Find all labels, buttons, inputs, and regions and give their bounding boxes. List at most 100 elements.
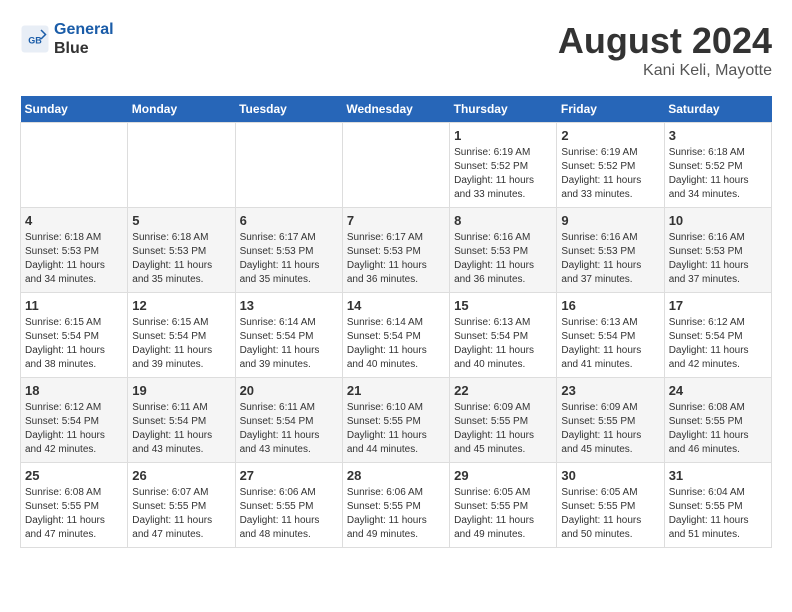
day-info: Sunrise: 6:18 AM Sunset: 5:52 PM Dayligh… [669,146,767,202]
calendar-cell [128,123,235,208]
calendar-cell: 8 Sunrise: 6:16 AM Sunset: 5:53 PM Daylig… [450,208,557,293]
day-number: 11 [25,298,123,313]
subtitle: Kani Keli, Mayotte [558,62,772,80]
day-number: 17 [669,298,767,313]
day-number: 22 [454,383,552,398]
calendar-cell: 31 Sunrise: 6:04 AM Sunset: 5:55 PM Dayli… [664,463,771,548]
day-info: Sunrise: 6:16 AM Sunset: 5:53 PM Dayligh… [561,231,659,287]
day-info: Sunrise: 6:14 AM Sunset: 5:54 PM Dayligh… [347,316,445,372]
calendar-cell [21,123,128,208]
day-number: 14 [347,298,445,313]
calendar-cell: 19 Sunrise: 6:11 AM Sunset: 5:54 PM Dayli… [128,378,235,463]
calendar-cell: 26 Sunrise: 6:07 AM Sunset: 5:55 PM Dayli… [128,463,235,548]
calendar-cell: 30Sunrise: 6:05 AM Sunset: 5:55 PM Dayli… [557,463,664,548]
day-info: Sunrise: 6:16 AM Sunset: 5:53 PM Dayligh… [454,231,552,287]
day-number: 26 [132,468,230,483]
logo-icon: GB [20,24,50,54]
logo: GB General Blue [20,20,114,58]
day-info: Sunrise: 6:12 AM Sunset: 5:54 PM Dayligh… [669,316,767,372]
day-number: 18 [25,383,123,398]
main-title: August 2024 [558,20,772,62]
calendar-table: SundayMondayTuesdayWednesdayThursdayFrid… [20,96,772,548]
day-info: Sunrise: 6:19 AM Sunset: 5:52 PM Dayligh… [561,146,659,202]
day-info: Sunrise: 6:16 AM Sunset: 5:53 PM Dayligh… [669,231,767,287]
day-info: Sunrise: 6:17 AM Sunset: 5:53 PM Dayligh… [240,231,338,287]
day-info: Sunrise: 6:04 AM Sunset: 5:55 PM Dayligh… [669,486,767,542]
weekday-header-saturday: Saturday [664,96,771,123]
day-info: Sunrise: 6:06 AM Sunset: 5:55 PM Dayligh… [240,486,338,542]
calendar-cell: 29 Sunrise: 6:05 AM Sunset: 5:55 PM Dayli… [450,463,557,548]
day-number: 6 [240,213,338,228]
day-number: 21 [347,383,445,398]
calendar-cell: 27 Sunrise: 6:06 AM Sunset: 5:55 PM Dayli… [235,463,342,548]
calendar-cell: 3 Sunrise: 6:18 AM Sunset: 5:52 PM Daylig… [664,123,771,208]
day-number: 27 [240,468,338,483]
day-number: 23 [561,383,659,398]
day-number: 16 [561,298,659,313]
calendar-cell: 18Sunrise: 6:12 AM Sunset: 5:54 PM Dayli… [21,378,128,463]
day-info: Sunrise: 6:17 AM Sunset: 5:53 PM Dayligh… [347,231,445,287]
calendar-cell: 11Sunrise: 6:15 AM Sunset: 5:54 PM Dayli… [21,293,128,378]
calendar-cell: 2 Sunrise: 6:19 AM Sunset: 5:52 PM Daylig… [557,123,664,208]
calendar-cell: 1Sunrise: 6:19 AM Sunset: 5:52 PM Daylig… [450,123,557,208]
day-number: 15 [454,298,552,313]
calendar-cell: 24Sunrise: 6:08 AM Sunset: 5:55 PM Dayli… [664,378,771,463]
calendar-week-2: 11Sunrise: 6:15 AM Sunset: 5:54 PM Dayli… [21,293,772,378]
calendar-cell: 20Sunrise: 6:11 AM Sunset: 5:54 PM Dayli… [235,378,342,463]
logo-text: General Blue [54,20,114,58]
calendar-cell [235,123,342,208]
calendar-cell: 22 Sunrise: 6:09 AM Sunset: 5:55 PM Dayli… [450,378,557,463]
calendar-cell: 6 Sunrise: 6:17 AM Sunset: 5:53 PM Daylig… [235,208,342,293]
day-number: 30 [561,468,659,483]
calendar-cell: 12Sunrise: 6:15 AM Sunset: 5:54 PM Dayli… [128,293,235,378]
calendar-week-3: 18Sunrise: 6:12 AM Sunset: 5:54 PM Dayli… [21,378,772,463]
day-info: Sunrise: 6:10 AM Sunset: 5:55 PM Dayligh… [347,401,445,457]
day-number: 2 [561,128,659,143]
day-info: Sunrise: 6:07 AM Sunset: 5:55 PM Dayligh… [132,486,230,542]
day-number: 19 [132,383,230,398]
day-info: Sunrise: 6:05 AM Sunset: 5:55 PM Dayligh… [454,486,552,542]
calendar-cell: 28Sunrise: 6:06 AM Sunset: 5:55 PM Dayli… [342,463,449,548]
day-info: Sunrise: 6:08 AM Sunset: 5:55 PM Dayligh… [669,401,767,457]
logo-line2: Blue [54,39,114,58]
day-info: Sunrise: 6:09 AM Sunset: 5:55 PM Dayligh… [454,401,552,457]
calendar-cell: 21 Sunrise: 6:10 AM Sunset: 5:55 PM Dayli… [342,378,449,463]
title-block: August 2024 Kani Keli, Mayotte [558,20,772,80]
day-info: Sunrise: 6:19 AM Sunset: 5:52 PM Dayligh… [454,146,552,202]
day-number: 25 [25,468,123,483]
calendar-cell: 23 Sunrise: 6:09 AM Sunset: 5:55 PM Dayli… [557,378,664,463]
calendar-cell: 15Sunrise: 6:13 AM Sunset: 5:54 PM Dayli… [450,293,557,378]
day-number: 29 [454,468,552,483]
svg-text:GB: GB [28,36,42,46]
calendar-cell: 13Sunrise: 6:14 AM Sunset: 5:54 PM Dayli… [235,293,342,378]
weekday-header-row: SundayMondayTuesdayWednesdayThursdayFrid… [21,96,772,123]
day-number: 12 [132,298,230,313]
calendar-cell: 10 Sunrise: 6:16 AM Sunset: 5:53 PM Dayli… [664,208,771,293]
header: GB General Blue August 2024 Kani Keli, M… [20,20,772,80]
logo-line1: General [54,21,114,38]
day-info: Sunrise: 6:14 AM Sunset: 5:54 PM Dayligh… [240,316,338,372]
day-number: 10 [669,213,767,228]
weekday-header-wednesday: Wednesday [342,96,449,123]
day-number: 5 [132,213,230,228]
weekday-header-thursday: Thursday [450,96,557,123]
day-number: 31 [669,468,767,483]
day-number: 9 [561,213,659,228]
calendar-cell: 25Sunrise: 6:08 AM Sunset: 5:55 PM Dayli… [21,463,128,548]
day-info: Sunrise: 6:18 AM Sunset: 5:53 PM Dayligh… [132,231,230,287]
weekday-header-sunday: Sunday [21,96,128,123]
calendar-cell: 5 Sunrise: 6:18 AM Sunset: 5:53 PM Daylig… [128,208,235,293]
weekday-header-friday: Friday [557,96,664,123]
day-number: 8 [454,213,552,228]
weekday-header-tuesday: Tuesday [235,96,342,123]
day-info: Sunrise: 6:11 AM Sunset: 5:54 PM Dayligh… [132,401,230,457]
day-number: 3 [669,128,767,143]
page-container: GB General Blue August 2024 Kani Keli, M… [20,20,772,548]
calendar-week-4: 25Sunrise: 6:08 AM Sunset: 5:55 PM Dayli… [21,463,772,548]
day-info: Sunrise: 6:11 AM Sunset: 5:54 PM Dayligh… [240,401,338,457]
calendar-week-1: 4 Sunrise: 6:18 AM Sunset: 5:53 PM Daylig… [21,208,772,293]
calendar-cell: 4Sunrise: 6:18 AM Sunset: 5:53 PM Daylig… [21,208,128,293]
day-info: Sunrise: 6:09 AM Sunset: 5:55 PM Dayligh… [561,401,659,457]
calendar-cell: 17 Sunrise: 6:12 AM Sunset: 5:54 PM Dayli… [664,293,771,378]
day-number: 4 [25,213,123,228]
